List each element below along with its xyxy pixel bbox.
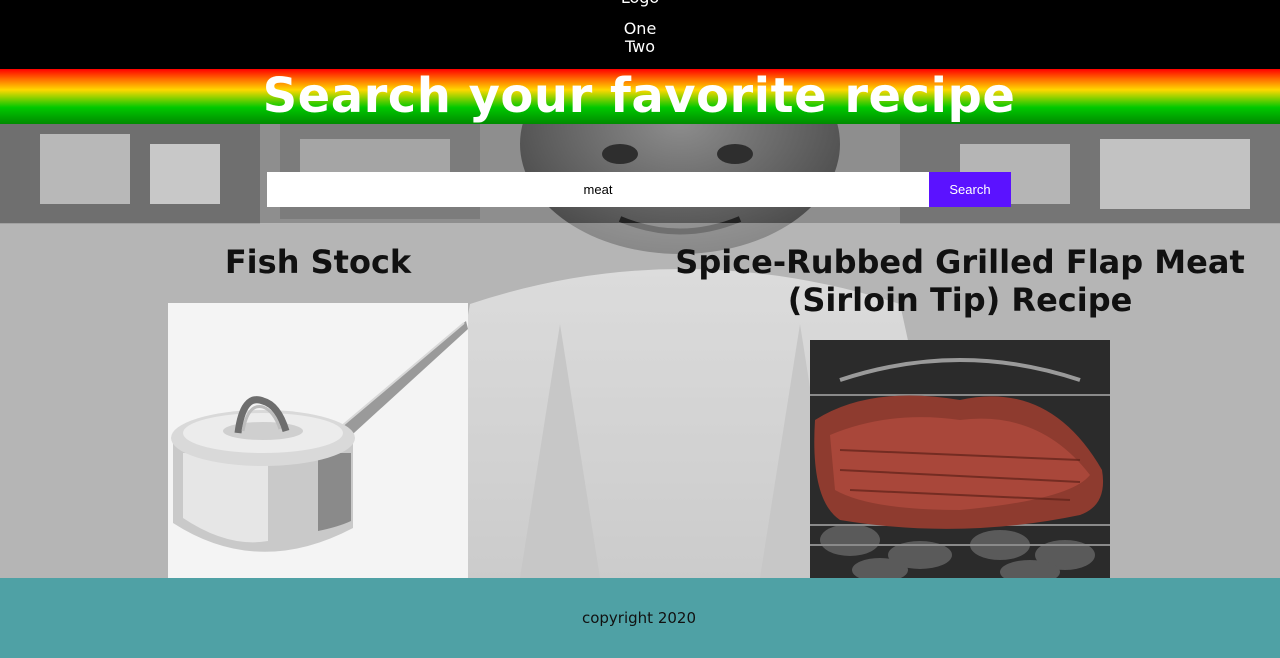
nav-item-one[interactable]: One — [0, 20, 1280, 38]
recipe-title[interactable]: Spice-Rubbed Grilled Flap Meat (Sirloin … — [640, 243, 1280, 319]
title-banner: Search your favorite recipe — [0, 69, 1280, 124]
logo[interactable]: Logo — [0, 0, 1280, 8]
recipe-image-saucepan[interactable] — [168, 303, 468, 578]
recipe-card: Spice-Rubbed Grilled Flap Meat (Sirloin … — [640, 243, 1280, 319]
recipe-image-grilled-meat[interactable] — [810, 340, 1110, 578]
nav-menu: One Two — [0, 20, 1280, 56]
page-title: Search your favorite recipe — [262, 68, 1016, 124]
copyright-text: copyright 2020 — [581, 609, 696, 627]
top-navbar: Logo One Two — [0, 0, 1280, 69]
search-button[interactable]: Search — [929, 172, 1011, 207]
search-input[interactable] — [267, 172, 929, 207]
recipe-title[interactable]: Fish Stock — [0, 243, 636, 281]
footer: copyright 2020 — [0, 578, 1280, 658]
recipe-card: Fish Stock — [0, 243, 636, 281]
nav-item-two[interactable]: Two — [0, 38, 1280, 56]
